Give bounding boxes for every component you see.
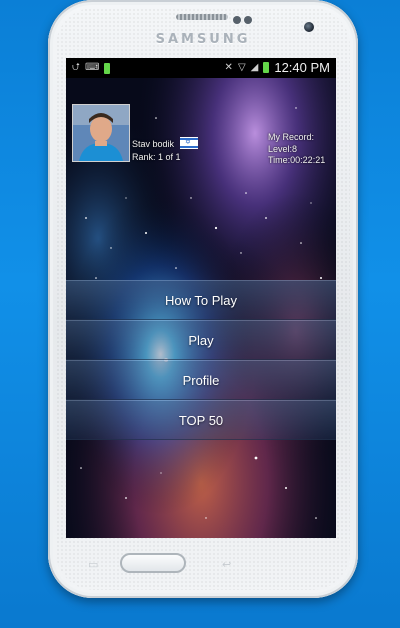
record-title: My Record: xyxy=(268,132,315,142)
keyboard-icon: ⌨ xyxy=(85,62,100,73)
app-screen: ⮍ ⌨ ✕ ▽ ◢ 12:40 PM Stav bodik ✡ Rank: 1 … xyxy=(66,58,336,538)
israel-flag-icon: ✡ xyxy=(180,137,198,149)
record-time: Time:00:22:21 xyxy=(268,155,326,165)
status-bar: ⮍ ⌨ ✕ ▽ ◢ 12:40 PM xyxy=(66,58,336,78)
play-button[interactable]: Play xyxy=(66,320,336,360)
earpiece-speaker xyxy=(176,14,228,20)
record-level: Level:8 xyxy=(268,144,298,154)
battery-notification-icon xyxy=(104,62,111,74)
user-rank: Rank: 1 of 1 xyxy=(132,152,181,162)
mute-icon: ✕ xyxy=(224,61,233,73)
profile-button[interactable]: Profile xyxy=(66,360,336,400)
front-camera xyxy=(304,22,314,32)
clock: 12:40 PM xyxy=(274,60,330,75)
how-to-play-button[interactable]: How To Play xyxy=(66,280,336,320)
wifi-icon: ▽ xyxy=(237,61,246,73)
profile-picture[interactable] xyxy=(72,104,130,162)
back-key-icon[interactable]: ▭ xyxy=(88,558,98,571)
usb-icon: ⮍ xyxy=(72,62,81,73)
main-menu: How To Play Play Profile TOP 50 xyxy=(66,280,336,440)
home-button[interactable] xyxy=(120,553,186,573)
signal-icon: ◢ xyxy=(250,61,259,73)
battery-icon xyxy=(263,62,270,73)
brand-logo: SAMSUNG xyxy=(155,32,251,47)
proximity-sensor xyxy=(233,16,241,24)
top-50-button[interactable]: TOP 50 xyxy=(66,400,336,440)
light-sensor xyxy=(244,16,252,24)
avatar-photo xyxy=(73,105,129,161)
user-name: Stav bodik xyxy=(132,139,175,149)
menu-key-icon[interactable]: ↩ xyxy=(222,558,231,571)
